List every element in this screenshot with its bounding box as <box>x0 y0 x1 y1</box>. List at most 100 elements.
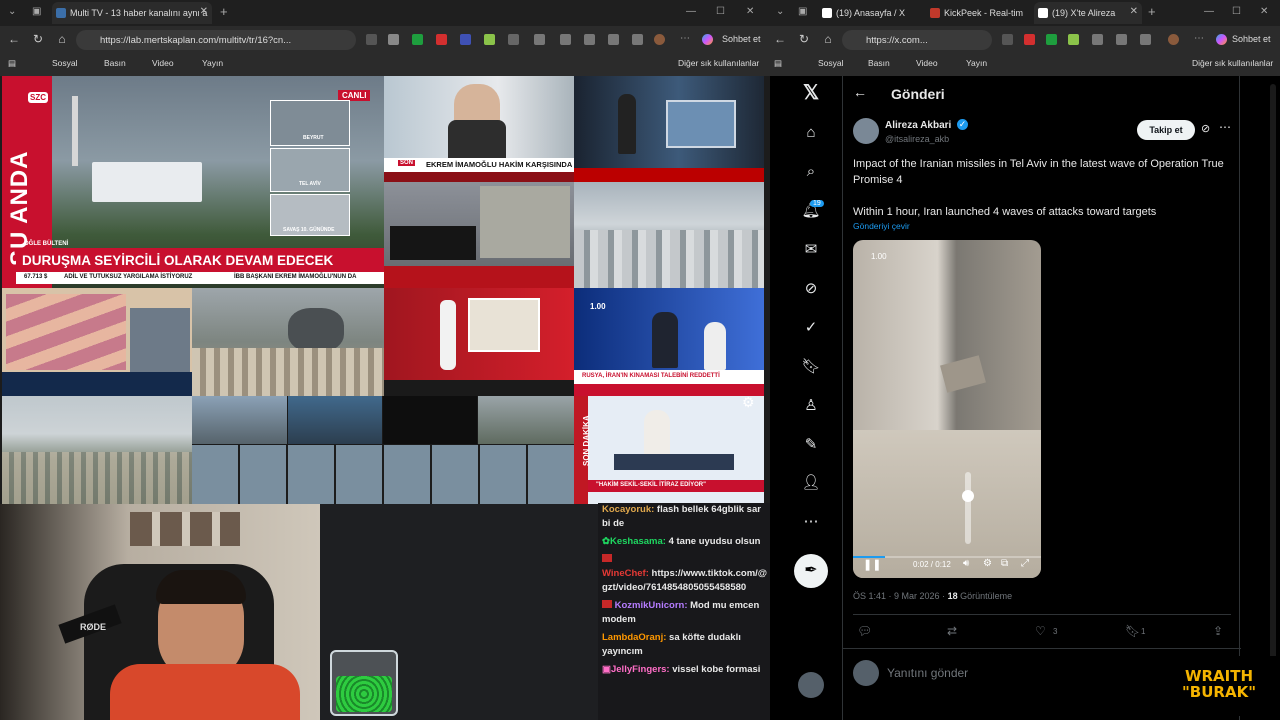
scrollbar[interactable] <box>1270 84 1276 704</box>
refresh-icon[interactable]: ↻ <box>796 32 812 46</box>
new-tab-icon[interactable]: + <box>220 4 228 19</box>
chat-username[interactable]: Kocayoruk: <box>602 504 654 515</box>
tv-son-dakika[interactable]: SON DAKİKA ⚙ "HAKİM SEKİL-SEKİL İTİRAZ E… <box>574 396 764 504</box>
volume-slider-thumb[interactable] <box>962 490 974 502</box>
tv-tvnet[interactable]: 1.00 RUSYA, İRAN'IN KINAMASI TALEBİNİ RE… <box>574 288 764 396</box>
back-icon[interactable]: ← <box>772 32 788 46</box>
maximize-icon[interactable]: ☐ <box>1232 6 1241 17</box>
tv-haberturk[interactable]: SON EKREM İMAMOĞLU HAKİM KARŞISINDA <box>384 76 574 182</box>
refresh-icon[interactable]: ↻ <box>30 32 46 46</box>
volume-slider-track[interactable] <box>962 472 974 544</box>
chat-username[interactable]: WineChef: <box>602 568 649 579</box>
fav-folder-3[interactable]: Video <box>152 58 174 68</box>
ext-icon-2[interactable] <box>1024 34 1035 45</box>
ext-icon-7[interactable] <box>1140 34 1151 45</box>
tab-menu-icon[interactable]: ⌄ <box>776 6 784 17</box>
home-icon[interactable]: ⌂ <box>800 122 822 144</box>
fav-icon-edit[interactable]: ▤ <box>774 58 782 69</box>
ext-icon-3[interactable] <box>412 34 423 45</box>
tab-menu-icon[interactable]: ⌄ <box>8 6 16 17</box>
ext-icon-12[interactable] <box>632 34 643 45</box>
close-tab-icon[interactable]: ✕ <box>200 6 208 17</box>
ext-icon-3[interactable] <box>1046 34 1057 45</box>
profile-avatar[interactable] <box>1168 34 1179 45</box>
back-arrow-icon[interactable]: ← <box>853 84 867 100</box>
tv-gaza[interactable] <box>192 288 384 396</box>
tv-cityscape[interactable] <box>2 396 192 504</box>
ext-icon-10[interactable] <box>584 34 595 45</box>
chat-username[interactable]: KozmikUnicorn: <box>615 600 688 611</box>
tab-x-post[interactable]: (19) X'te Alireza ✕ <box>1034 2 1142 24</box>
workspaces-icon[interactable]: ▣ <box>798 6 807 17</box>
more-icon[interactable]: ⋯ <box>1194 33 1204 44</box>
maximize-icon[interactable]: ☐ <box>716 6 725 17</box>
verified-icon[interactable]: ✓ <box>800 317 822 339</box>
fav-other[interactable]: Diğer sık kullanılanlar <box>678 58 759 68</box>
author-handle[interactable]: @itsalireza_akb <box>885 134 949 144</box>
fav-folder-1[interactable]: Sosyal <box>818 58 844 68</box>
tv-skyline[interactable] <box>574 182 764 288</box>
chat-button[interactable]: Sohbet et <box>722 34 761 44</box>
tv-cnnturk[interactable] <box>384 182 574 288</box>
fav-folder-2[interactable]: Basın <box>104 58 126 68</box>
home-icon[interactable]: ⌂ <box>820 32 836 46</box>
bookmark-icon[interactable]: 🔖︎ <box>1125 624 1140 638</box>
tv-camera-grid[interactable] <box>192 396 574 504</box>
translate-link[interactable]: Gönderiyi çevir <box>853 221 910 231</box>
ext-icon-7[interactable] <box>508 34 519 45</box>
author-name[interactable]: Alireza Akbari <box>885 120 951 131</box>
tab-multitv[interactable]: Multi TV - 13 haber kanalını aynı a ✕ <box>52 2 212 24</box>
repost-icon[interactable]: ⇄ <box>947 624 957 638</box>
post-timestamp[interactable]: ÖS 1:41 · 9 Mar 2026 · <box>853 591 945 601</box>
copilot-icon[interactable] <box>1216 34 1227 45</box>
post-more-icon[interactable]: ⋯ <box>1219 120 1231 134</box>
copilot-icon[interactable] <box>702 34 713 45</box>
compose-post-button[interactable]: ✒ <box>794 554 828 588</box>
author-avatar[interactable] <box>853 118 879 144</box>
settings-gear-icon[interactable]: ⚙ <box>742 396 755 411</box>
profile-avatar[interactable] <box>654 34 665 45</box>
ext-icon-11[interactable] <box>608 34 619 45</box>
share-icon[interactable]: ⇪ <box>1213 624 1223 638</box>
articles-icon[interactable]: ✎ <box>800 434 822 456</box>
ext-icon-4[interactable] <box>436 34 447 45</box>
messages-mail-icon[interactable]: ✉ <box>800 239 822 261</box>
tv-studio-map[interactable] <box>384 288 574 396</box>
address-bar[interactable]: https://x.com... <box>842 30 992 50</box>
close-window-icon[interactable]: ✕ <box>1260 6 1268 17</box>
fav-folder-4[interactable]: Yayın <box>202 58 223 68</box>
chat-username[interactable]: JellyFingers: <box>611 664 670 675</box>
account-avatar[interactable] <box>798 672 824 698</box>
back-icon[interactable]: ← <box>6 32 22 46</box>
more-icon[interactable]: ⋯ <box>680 33 690 44</box>
ext-icon-1[interactable] <box>366 34 377 45</box>
video-player[interactable]: 1.00 ❚❚ 0:02 / 0:12 🔊︎ ⚙ ⧉ ⤢ <box>853 240 1041 578</box>
fav-folder-1[interactable]: Sosyal <box>52 58 78 68</box>
fav-other[interactable]: Diğer sık kullanılanlar <box>1192 58 1273 68</box>
pause-icon[interactable]: ❚❚ <box>863 558 881 571</box>
ext-icon-2[interactable] <box>388 34 399 45</box>
close-window-icon[interactable]: ✕ <box>746 6 754 17</box>
x-logo-icon[interactable]: 𝕏 <box>800 82 822 104</box>
grok-icon[interactable]: ⊘ <box>800 278 822 300</box>
new-tab-icon[interactable]: + <box>1148 4 1156 19</box>
jobs-icon[interactable]: ♙ <box>800 395 822 417</box>
profile-icon[interactable]: 👤︎ <box>800 472 822 494</box>
reply-input[interactable]: Yanıtını gönder <box>887 666 968 680</box>
chat-username[interactable]: LambdaOranj: <box>602 632 666 643</box>
fav-folder-2[interactable]: Basın <box>868 58 890 68</box>
follow-button[interactable]: Takip et <box>1137 120 1195 140</box>
minimize-icon[interactable]: — <box>1204 6 1214 17</box>
tab-x-home[interactable]: (19) Anasayfa / X <box>818 2 926 24</box>
close-tab-icon[interactable]: ✕ <box>1130 6 1138 17</box>
fav-icon-edit[interactable]: ▤ <box>8 58 16 69</box>
reply-icon[interactable]: 💬︎ <box>857 624 872 638</box>
grok-summary-icon[interactable]: ⊘ <box>1201 122 1210 135</box>
ext-icon-5[interactable] <box>460 34 471 45</box>
volume-icon[interactable]: 🔊︎ <box>963 558 969 569</box>
ext-icon-9[interactable] <box>560 34 571 45</box>
settings-icon[interactable]: ⚙ <box>983 558 992 569</box>
workspaces-icon[interactable]: ▣ <box>32 6 41 17</box>
bookmarks-icon[interactable]: 🔖︎ <box>800 356 822 378</box>
minimize-icon[interactable]: — <box>686 6 696 17</box>
